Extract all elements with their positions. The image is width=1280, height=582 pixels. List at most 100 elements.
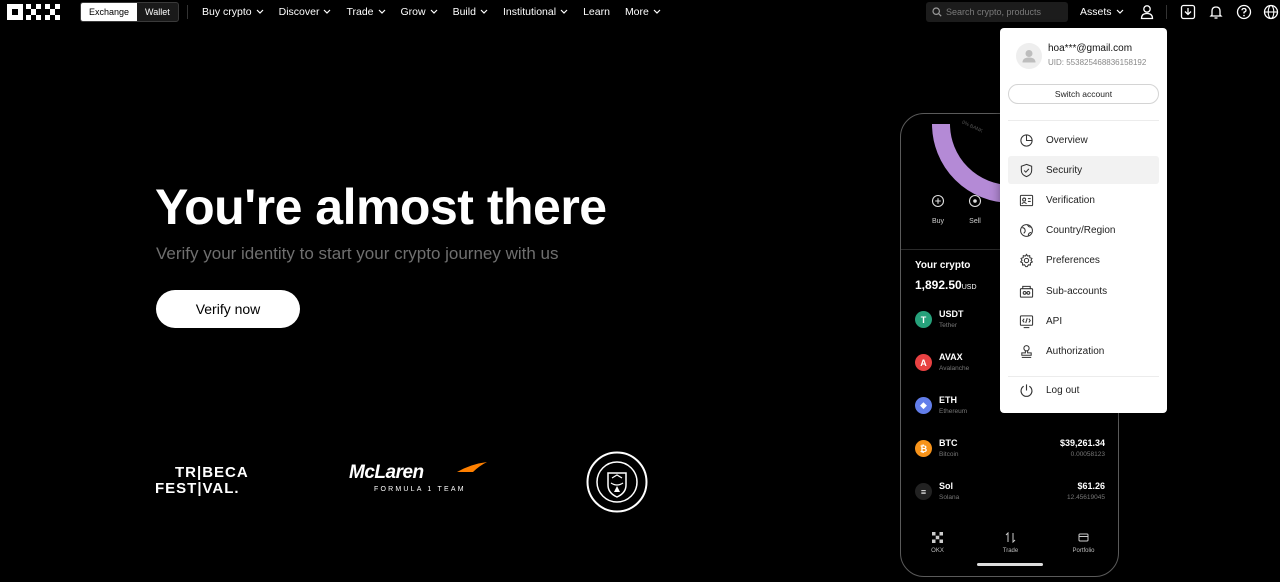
menu-item-authorization[interactable]: Authorization [1008,337,1159,365]
nav-item-label: Grow [400,6,426,18]
exchange-tab[interactable]: Exchange [81,3,138,21]
your-crypto-label: Your crypto [915,260,971,271]
portfolio-balance: 1,892.50USD [915,278,977,292]
okx-icon [932,532,943,543]
phone-tab-portfolio[interactable]: Portfolio [1064,532,1104,562]
avatar-user-icon [1022,50,1036,63]
menu-item-preferences[interactable]: Preferences [1008,247,1159,275]
okx-logo[interactable] [7,3,63,21]
menu-item-label: API [1046,315,1063,327]
nav-item-label: Buy crypto [202,6,252,18]
menu-item-label: Verification [1046,194,1095,206]
menu-item-overview[interactable]: Overview [1008,126,1159,154]
coin-symbol: BTC [939,438,958,448]
nav-divider [187,5,188,19]
chevron-down-icon [256,9,264,14]
menu-item-country-region[interactable]: Country/Region [1008,217,1159,245]
menu-item-security[interactable]: Security [1008,156,1159,185]
tribeca-line-2: FEST|VAL. [155,480,240,497]
hero-subtitle: Verify your identity to start your crypt… [156,244,559,263]
phone-action-buy[interactable]: Buy [923,194,953,225]
coin-amount: 0.00058123 [1070,451,1105,458]
menu-item-label: Sub-accounts [1046,285,1108,297]
shield-icon [1020,163,1033,177]
menu-item-sub-accounts[interactable]: Sub-accounts [1008,277,1159,305]
chevron-down-icon [653,9,661,14]
coin-name: Ethereum [939,408,968,415]
assets-menu[interactable]: Assets [1080,0,1124,24]
city-crest-icon [586,451,648,513]
wallet-tab[interactable]: Wallet [137,3,178,21]
coin-value: $39,261.34 [1059,438,1105,448]
nav-item-label: Institutional [502,6,557,18]
verify-now-button[interactable]: Verify now [156,290,300,328]
coin-row-sol[interactable]: ≡ Sol Solana $61.26 12.45619045 [915,479,1105,509]
coin-value: $61.26 [1077,481,1105,491]
nav-item-learn[interactable]: Learn [583,6,610,18]
account-uid[interactable]: UID: 553825468836158192 [1048,58,1146,67]
nav-menu: Buy crypto Discover Trade Grow Build Institut… [202,0,676,24]
nav-item-build[interactable]: Build [453,6,488,18]
menu-item-api[interactable]: API [1008,307,1159,335]
avax-coin-icon: A [915,354,932,371]
hero-title: You're almost there [155,179,607,235]
phone-tab-label: OKX [931,548,944,554]
search-box[interactable] [926,2,1068,22]
usdt-coin-icon: T [915,311,932,328]
log-out-button[interactable]: Log out [1008,376,1159,404]
nav-item-discover[interactable]: Discover [279,6,332,18]
menu-item-label: Country/Region [1046,225,1116,237]
tribeca-festival-logo: TR|BECA FEST|VAL. [155,465,250,501]
plus-circle-icon [931,194,945,208]
coin-symbol: USDT [939,309,964,319]
nav-item-trade[interactable]: Trade [346,6,385,18]
coin-amount: 12.45619045 [1067,494,1105,501]
menu-item-verification[interactable]: Verification [1008,186,1159,214]
nav-item-more[interactable]: More [625,6,661,18]
phone-action-sell[interactable]: Sell [960,194,990,225]
gear-icon [1019,253,1034,268]
mclaren-logo: McLaren FORMULA 1 TEAM [349,462,489,502]
globe-icon[interactable] [1263,4,1279,20]
phone-tab-label: Portfolio [1072,548,1095,554]
coin-name: Avalanche [939,365,970,372]
trade-icon [1005,531,1016,544]
phone-tab-trade[interactable]: Trade [991,531,1031,562]
globe-region-icon [1020,224,1033,238]
tribeca-line-1: TR|BECA [175,464,249,481]
chevron-down-icon [1116,9,1123,14]
menu-divider [1008,120,1159,121]
nav-item-institutional[interactable]: Institutional [503,6,568,18]
assets-label: Assets [1080,6,1112,18]
log-out-label: Log out [1046,384,1080,396]
nav-item-buy-crypto[interactable]: Buy crypto [202,6,264,18]
coin-symbol: AVAX [939,352,963,362]
nav-item-label: More [624,6,649,18]
balance-unit: USD [961,284,977,291]
bell-icon[interactable] [1208,4,1224,20]
user-icon[interactable] [1139,4,1155,20]
mclaren-subtitle: FORMULA 1 TEAM [374,486,466,493]
menu-item-label: Authorization [1046,345,1105,357]
switch-account-button[interactable]: Switch account [1008,84,1159,104]
coin-row-btc[interactable]: ₿ BTC Bitcoin $39,261.34 0.00058123 [915,436,1105,466]
sol-coin-icon: ≡ [915,483,932,500]
help-icon[interactable] [1236,4,1252,20]
search-icon [932,7,942,17]
phone-tab-bar: OKX Trade Portfolio [901,531,1118,562]
coin-symbol: ETH [939,395,957,405]
exchange-wallet-toggle: Exchange Wallet [80,2,179,22]
nav-item-grow[interactable]: Grow [401,6,438,18]
nav-item-label: Discover [278,6,320,18]
chevron-down-icon [378,9,385,14]
download-icon[interactable] [1180,4,1196,20]
nav-item-label: Trade [346,6,374,18]
account-dropdown: hoa***@gmail.com UID: 553825468836158192… [1000,28,1167,413]
stamp-icon [1021,344,1032,358]
mclaren-swoosh-icon [457,462,487,472]
nav-item-label: Build [452,6,476,18]
phone-tab-okx[interactable]: OKX [918,532,958,562]
menu-item-label: Security [1046,164,1083,176]
search-input[interactable] [946,7,1064,17]
nav-icon-divider [1166,5,1167,19]
